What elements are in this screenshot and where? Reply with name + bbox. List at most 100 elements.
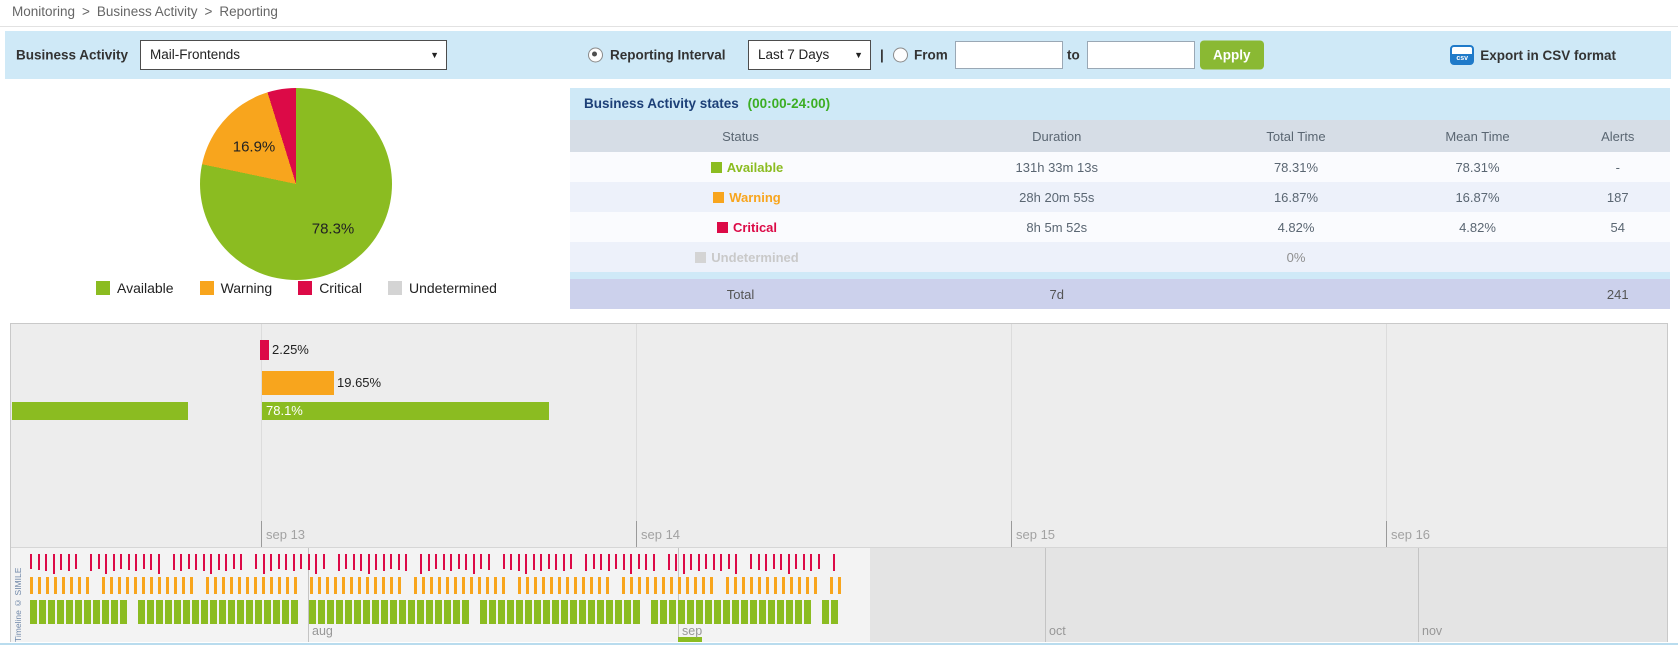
pipe-separator: | xyxy=(880,48,884,63)
overview-tick-available xyxy=(399,600,406,624)
states-value-cell: 0% xyxy=(1203,242,1390,272)
overview-tick-available xyxy=(462,600,469,624)
overview-tick-critical xyxy=(323,554,325,569)
state-bar-warning xyxy=(262,371,334,395)
overview-tick-critical xyxy=(383,554,385,571)
overview-tick-warning xyxy=(814,577,817,594)
legend-item-critical: Critical xyxy=(298,280,362,296)
overview-tick-critical xyxy=(600,554,602,570)
overview-tick-critical xyxy=(180,554,182,571)
overview-tick-available xyxy=(435,600,442,624)
overview-tick-critical xyxy=(615,554,617,569)
legend-item-undetermined: Undetermined xyxy=(388,280,497,296)
month-label: nov xyxy=(1422,624,1442,638)
overview-tick-available xyxy=(345,600,352,624)
overview-tick-warning xyxy=(662,577,665,594)
date-label: sep 13 xyxy=(266,527,305,542)
timeline-overview-band[interactable]: Timeline © SIMILE augsepoctnov xyxy=(11,547,1667,642)
overview-tick-available xyxy=(687,600,694,624)
overview-tick-warning xyxy=(46,577,49,594)
overview-tick-critical xyxy=(465,554,467,570)
overview-tick-available xyxy=(516,600,523,624)
overview-tick-critical xyxy=(398,554,400,570)
export-csv-link[interactable]: csv Export in CSV format xyxy=(1450,45,1616,65)
legend-swatch-available xyxy=(96,281,110,295)
month-label: aug xyxy=(312,624,333,638)
apply-button[interactable]: Apply xyxy=(1200,41,1264,70)
overview-tick-critical xyxy=(503,554,505,569)
overview-tick-warning xyxy=(334,577,337,594)
overview-tick-warning xyxy=(806,577,809,594)
overview-tick-critical xyxy=(128,554,130,570)
overview-tick-available xyxy=(363,600,370,624)
states-value-cell: 16.87% xyxy=(1203,182,1390,212)
overview-tick-critical xyxy=(780,554,782,570)
date-separator xyxy=(636,324,637,547)
overview-tick-warning xyxy=(126,577,129,594)
overview-tick-available xyxy=(732,600,739,624)
from-date-input[interactable] xyxy=(955,41,1063,69)
overview-tick-critical xyxy=(435,554,437,569)
overview-tick-critical xyxy=(45,554,47,571)
business-activity-select[interactable]: Mail-Frontends ▼ xyxy=(140,40,447,70)
simile-timeline-widget: sep 13sep 14sep 15sep 162.25%19.65%78.1%… xyxy=(10,323,1668,642)
overview-tick-critical xyxy=(555,554,557,570)
overview-tick-warning xyxy=(646,577,649,594)
overview-tick-warning xyxy=(622,577,625,594)
timeline-detail-band[interactable]: sep 13sep 14sep 15sep 162.25%19.65%78.1% xyxy=(11,324,1667,547)
overview-tick-critical xyxy=(218,554,220,570)
states-value-cell: 78.31% xyxy=(1390,152,1566,182)
overview-tick-critical xyxy=(773,554,775,569)
overview-tick-critical xyxy=(270,554,272,571)
overview-tick-available xyxy=(768,600,775,624)
overview-tick-available xyxy=(201,600,208,624)
breadcrumb-item[interactable]: Business Activity xyxy=(97,4,198,19)
overview-tick-available xyxy=(498,600,505,624)
total-cell: 241 xyxy=(1566,279,1671,309)
overview-tick-warning xyxy=(230,577,233,594)
overview-tick-warning xyxy=(670,577,673,594)
business-activity-value: Mail-Frontends xyxy=(150,47,240,62)
overview-tick-critical xyxy=(623,554,625,570)
overview-tick-available xyxy=(57,600,64,624)
overview-tick-available xyxy=(138,600,145,624)
from-radio[interactable] xyxy=(893,48,908,63)
overview-tick-warning xyxy=(398,577,401,594)
visible-range-highlight[interactable] xyxy=(11,548,870,642)
reporting-interval-radio[interactable] xyxy=(588,48,603,63)
overview-tick-warning xyxy=(838,577,841,594)
bottom-border-line xyxy=(0,643,1678,645)
breadcrumb-item[interactable]: Monitoring xyxy=(12,4,75,19)
month-separator xyxy=(1045,548,1046,642)
to-date-input[interactable] xyxy=(1087,41,1195,69)
overview-tick-critical xyxy=(240,554,242,570)
overview-tick-critical xyxy=(540,554,542,571)
overview-tick-available xyxy=(669,600,676,624)
overview-tick-available xyxy=(408,600,415,624)
status-name: Available xyxy=(727,160,784,175)
overview-tick-available xyxy=(48,600,55,624)
overview-tick-critical xyxy=(458,554,460,569)
overview-tick-available xyxy=(660,600,667,624)
overview-tick-warning xyxy=(550,577,553,594)
overview-tick-critical xyxy=(285,554,287,570)
breadcrumb-item[interactable]: Reporting xyxy=(219,4,278,19)
reporting-interval-select[interactable]: Last 7 Days ▼ xyxy=(748,40,871,70)
overview-tick-available xyxy=(39,600,46,624)
overview-tick-available xyxy=(444,600,451,624)
overview-tick-warning xyxy=(358,577,361,594)
overview-tick-available xyxy=(354,600,361,624)
overview-tick-available xyxy=(390,600,397,624)
overview-tick-critical xyxy=(105,554,107,574)
overview-tick-warning xyxy=(382,577,385,594)
overview-tick-warning xyxy=(238,577,241,594)
overview-tick-warning xyxy=(158,577,161,594)
status-square-icon xyxy=(711,162,722,173)
overview-tick-available xyxy=(822,600,829,624)
overview-tick-critical xyxy=(728,554,730,569)
overview-tick-critical xyxy=(293,554,295,571)
overview-tick-available xyxy=(543,600,550,624)
reporting-page: Monitoring>Business Activity>Reporting B… xyxy=(0,0,1678,646)
overview-tick-critical xyxy=(788,554,790,574)
overview-tick-critical xyxy=(533,554,535,570)
